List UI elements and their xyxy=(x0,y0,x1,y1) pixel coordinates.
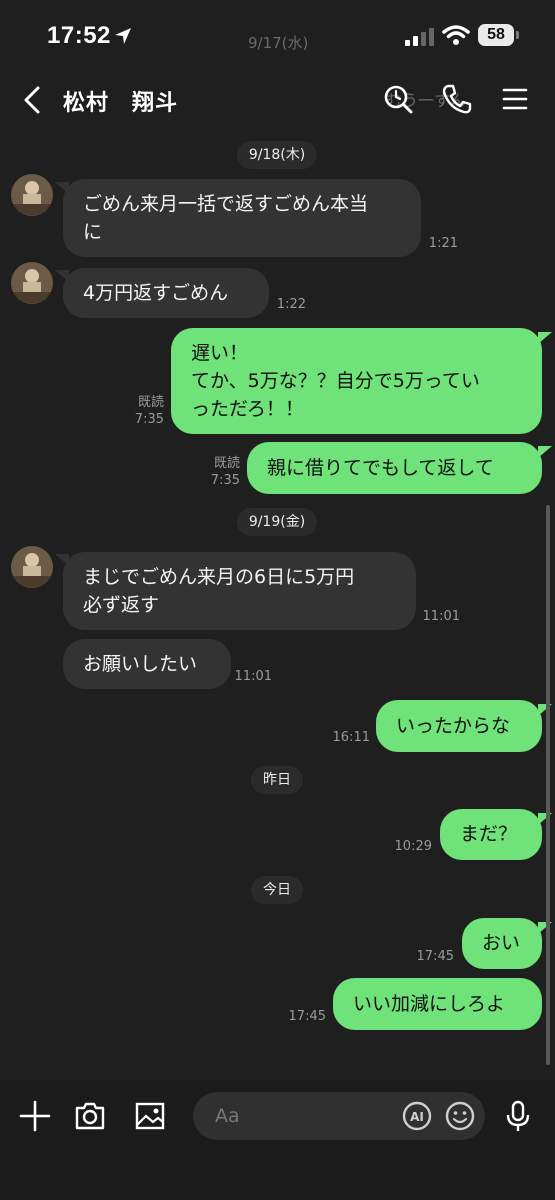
message-time: 17:45 xyxy=(416,949,454,964)
back-icon[interactable] xyxy=(18,82,48,118)
read-receipt: 既読 xyxy=(213,456,240,471)
battery-indicator: 58 xyxy=(478,24,514,46)
avatar[interactable] xyxy=(11,174,53,216)
ai-icon[interactable]: AI xyxy=(399,1098,435,1134)
date-separator: 昨日 xyxy=(251,766,303,794)
date-separator: 9/18(木) xyxy=(236,141,318,169)
message-time: 7:35 xyxy=(210,473,240,488)
message-time: 1:21 xyxy=(428,236,458,251)
outgoing-message[interactable]: 遅い！ てか、5万な？？自分で5万ってい っただろ！！ xyxy=(171,328,542,434)
wifi-icon xyxy=(442,25,470,45)
message-placeholder: Aa xyxy=(215,1105,240,1127)
scrollbar[interactable] xyxy=(546,505,550,1065)
emoji-icon[interactable] xyxy=(442,1098,478,1134)
bubble-tail xyxy=(538,332,552,344)
incoming-message[interactable]: まじでごめん来月の6日に5万円 必ず返す xyxy=(63,552,416,630)
message-input-bar: Aa AI xyxy=(0,1080,555,1200)
date-separator: 9/19(金) xyxy=(236,508,318,536)
incoming-message[interactable]: ごめん来月一括で返すごめん本当 に xyxy=(63,179,421,257)
avatar[interactable] xyxy=(11,262,53,304)
message-time: 1:22 xyxy=(276,297,306,312)
battery-tip xyxy=(516,31,519,39)
outgoing-message[interactable]: まだ？ xyxy=(440,809,542,860)
contact-name[interactable]: 松村 翔斗 xyxy=(63,85,178,117)
phone-icon[interactable] xyxy=(440,82,474,116)
outgoing-message[interactable]: おい xyxy=(462,918,542,969)
outgoing-message[interactable]: いい加減にしろよ xyxy=(333,978,542,1030)
cellular-signal-icon xyxy=(405,28,434,46)
message-time: 11:01 xyxy=(422,609,460,624)
clock: 17:52 xyxy=(47,22,111,49)
menu-icon[interactable] xyxy=(498,82,532,116)
date-separator: 今日 xyxy=(251,876,303,904)
ghost-date-text: 9/17(水) xyxy=(248,34,309,52)
message-time: 17:45 xyxy=(288,1009,326,1024)
location-arrow-icon xyxy=(115,28,131,44)
message-time: 11:01 xyxy=(234,669,272,684)
outgoing-message[interactable]: いったからな xyxy=(376,700,542,752)
microphone-icon[interactable] xyxy=(500,1098,536,1134)
outgoing-message[interactable]: 親に借りてでもして返して xyxy=(247,442,542,494)
svg-text:AI: AI xyxy=(410,1110,424,1124)
read-receipt: 既読 xyxy=(137,395,164,410)
search-icon[interactable] xyxy=(381,82,415,116)
incoming-message[interactable]: お願いしたい xyxy=(63,639,231,689)
plus-icon[interactable] xyxy=(17,1098,53,1134)
message-time: 10:29 xyxy=(394,839,432,854)
camera-icon[interactable] xyxy=(72,1098,108,1134)
avatar[interactable] xyxy=(11,546,53,588)
message-time: 16:11 xyxy=(332,730,370,745)
image-icon[interactable] xyxy=(132,1098,168,1134)
message-time: 7:35 xyxy=(134,412,164,427)
chat-header: 松村 翔斗 xyxy=(0,70,555,130)
incoming-message[interactable]: 4万円返すごめん xyxy=(63,268,269,318)
bubble-tail xyxy=(538,446,552,458)
